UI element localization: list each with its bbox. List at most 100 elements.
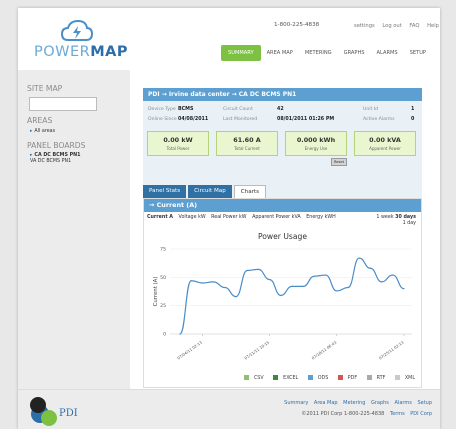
ods-icon	[307, 375, 313, 380]
rtf-icon	[366, 375, 372, 380]
data-point	[336, 290, 338, 292]
footer-link-alarms[interactable]: Alarms	[395, 400, 412, 406]
footer-link-metering[interactable]: Metering	[343, 400, 365, 406]
tab-circuit-map[interactable]: Circuit Map	[188, 185, 232, 198]
footer-logo-text: PDI	[59, 408, 78, 419]
logo[interactable]: POWERMAP	[34, 44, 128, 60]
nav-summary[interactable]: SUMMARY	[221, 45, 261, 61]
data-point	[246, 269, 248, 272]
sidebar-item-panel[interactable]: ▸ CA DC BCMS PN1	[30, 153, 80, 158]
tab-panel-stats[interactable]: Panel Stats	[143, 185, 187, 198]
nav-alarms[interactable]: ALARMS	[371, 45, 404, 61]
settings-link[interactable]: settings	[354, 23, 375, 29]
footer-link-setup[interactable]: Setup	[417, 400, 432, 406]
data-point	[201, 282, 203, 284]
export-csv[interactable]: CSV	[240, 375, 264, 381]
active-alarms-label: Active Alarms	[363, 117, 395, 122]
terms-link[interactable]: Terms	[390, 411, 405, 417]
data-point	[257, 268, 259, 270]
x-tick-label: 07/04/11 02:13	[176, 339, 203, 360]
data-point	[302, 285, 304, 287]
metric-voltage[interactable]: Voltage kW	[179, 215, 206, 220]
nav-metering[interactable]: METERING	[299, 45, 338, 61]
logout-link[interactable]: Log out	[382, 23, 401, 29]
export-label: ODS	[317, 376, 329, 381]
unit-id-label: Unit Id	[363, 107, 379, 112]
data-point	[369, 267, 371, 269]
data-point	[280, 294, 282, 297]
series-line-current	[179, 257, 405, 335]
stat-total-current: 61.60 A Total Current	[216, 131, 278, 156]
export-ods[interactable]: ODS	[304, 375, 329, 381]
y-tick-label: 25	[160, 303, 166, 309]
power-usage-chart: 0 25 50 75 Current (A) 07/04/11 02:13 07/11/11…	[153, 247, 412, 361]
data-point	[358, 257, 360, 259]
panel-boards-heading: PANEL BOARDS	[27, 141, 86, 150]
areas-heading: AREAS	[27, 116, 53, 125]
copyright: ©2011 PDI Corp 1-800-225-4838 Terms PDI …	[301, 411, 432, 417]
stat-value: 0.00 kVA	[369, 136, 401, 144]
export-label: EXCEL	[283, 376, 299, 381]
export-xml[interactable]: XML	[391, 375, 415, 381]
data-point	[213, 281, 215, 283]
logo-map-text: MAP	[90, 44, 129, 60]
export-label: RTF	[376, 376, 386, 381]
reset-button[interactable]: Reset	[331, 158, 347, 166]
help-link[interactable]: Help	[427, 23, 439, 29]
data-point	[269, 279, 271, 281]
footer-link-area-map[interactable]: Area Map	[314, 400, 338, 406]
footer: PDI Summary Area Map Metering Graphs Ala…	[18, 389, 440, 429]
data-point	[190, 280, 192, 282]
circuit-count-label: Circuit Count	[223, 107, 253, 112]
y-axis-label: Current (A)	[153, 277, 159, 307]
active-alarms-value: 0	[411, 117, 415, 122]
tab-charts[interactable]: Charts	[233, 185, 267, 198]
y-tick-label: 50	[160, 275, 166, 281]
export-rtf[interactable]: RTF	[363, 375, 386, 381]
arrow-right-icon: ▸	[30, 129, 33, 134]
nav-setup[interactable]: SETUP	[404, 45, 432, 61]
pdi-logo: PDI	[30, 397, 78, 426]
nav-area-map[interactable]: AREA MAP	[261, 45, 299, 61]
device-type-label: Device Type	[148, 107, 176, 112]
data-point	[179, 333, 181, 335]
range-1-day[interactable]: 1 day	[403, 221, 416, 226]
cloud-bolt-icon	[60, 19, 94, 41]
export-bar: CSV EXCEL ODS PDF RTF XML	[236, 375, 415, 381]
phone-number: 1-800-225-4838	[274, 22, 320, 28]
export-pdf[interactable]: PDF	[334, 375, 357, 381]
sidebar-item-label: All areas	[34, 129, 56, 134]
footer-link-graphs[interactable]: Graphs	[371, 400, 389, 406]
x-tick-label: 07/18/11 06:43	[311, 339, 338, 360]
export-label: XML	[404, 376, 415, 381]
sidebar-item-label: CA DC BCMS PN1	[34, 153, 81, 158]
logo-power-text: POWER	[34, 44, 91, 60]
arrow-right-icon: ▸	[30, 153, 33, 158]
device-type-value: BCMS	[178, 107, 194, 112]
nav-graphs[interactable]: GRAPHS	[338, 45, 371, 61]
sidebar-item-all-areas[interactable]: ▸ All areas	[30, 129, 55, 134]
range-1-week[interactable]: 1 week	[376, 215, 393, 220]
footer-link-summary[interactable]: Summary	[284, 400, 308, 406]
metric-real-power[interactable]: Real Power kW	[211, 215, 246, 220]
data-point	[347, 286, 349, 289]
y-tick-label: 75	[160, 247, 166, 253]
export-excel[interactable]: EXCEL	[269, 375, 299, 381]
data-point	[291, 285, 293, 287]
data-point	[224, 286, 226, 289]
online-since-value: 04/08/2011	[178, 117, 209, 122]
page-container: POWERMAP 1-800-225-4838 settings Log out…	[18, 8, 440, 429]
site-search-input[interactable]	[29, 97, 97, 111]
data-point	[313, 275, 315, 277]
metric-current[interactable]: Current A	[147, 215, 173, 220]
faq-link[interactable]: FAQ	[409, 23, 419, 29]
range-30-days[interactable]: 30 days	[395, 215, 416, 220]
metric-energy[interactable]: Energy kWH	[306, 215, 335, 220]
sidebar-item-panel-sub[interactable]: VA DC BCMS PN1	[30, 159, 71, 164]
corp-link[interactable]: PDI Corp	[410, 411, 432, 417]
circuit-count-value: 42	[277, 107, 284, 112]
data-point	[235, 296, 237, 298]
metric-selector: Current A Voltage kW Real Power kW Appar…	[147, 215, 340, 220]
footer-nav: Summary Area Map Metering Graphs Alarms …	[280, 400, 432, 406]
metric-apparent-power[interactable]: Apparent Power kVA	[252, 215, 301, 220]
